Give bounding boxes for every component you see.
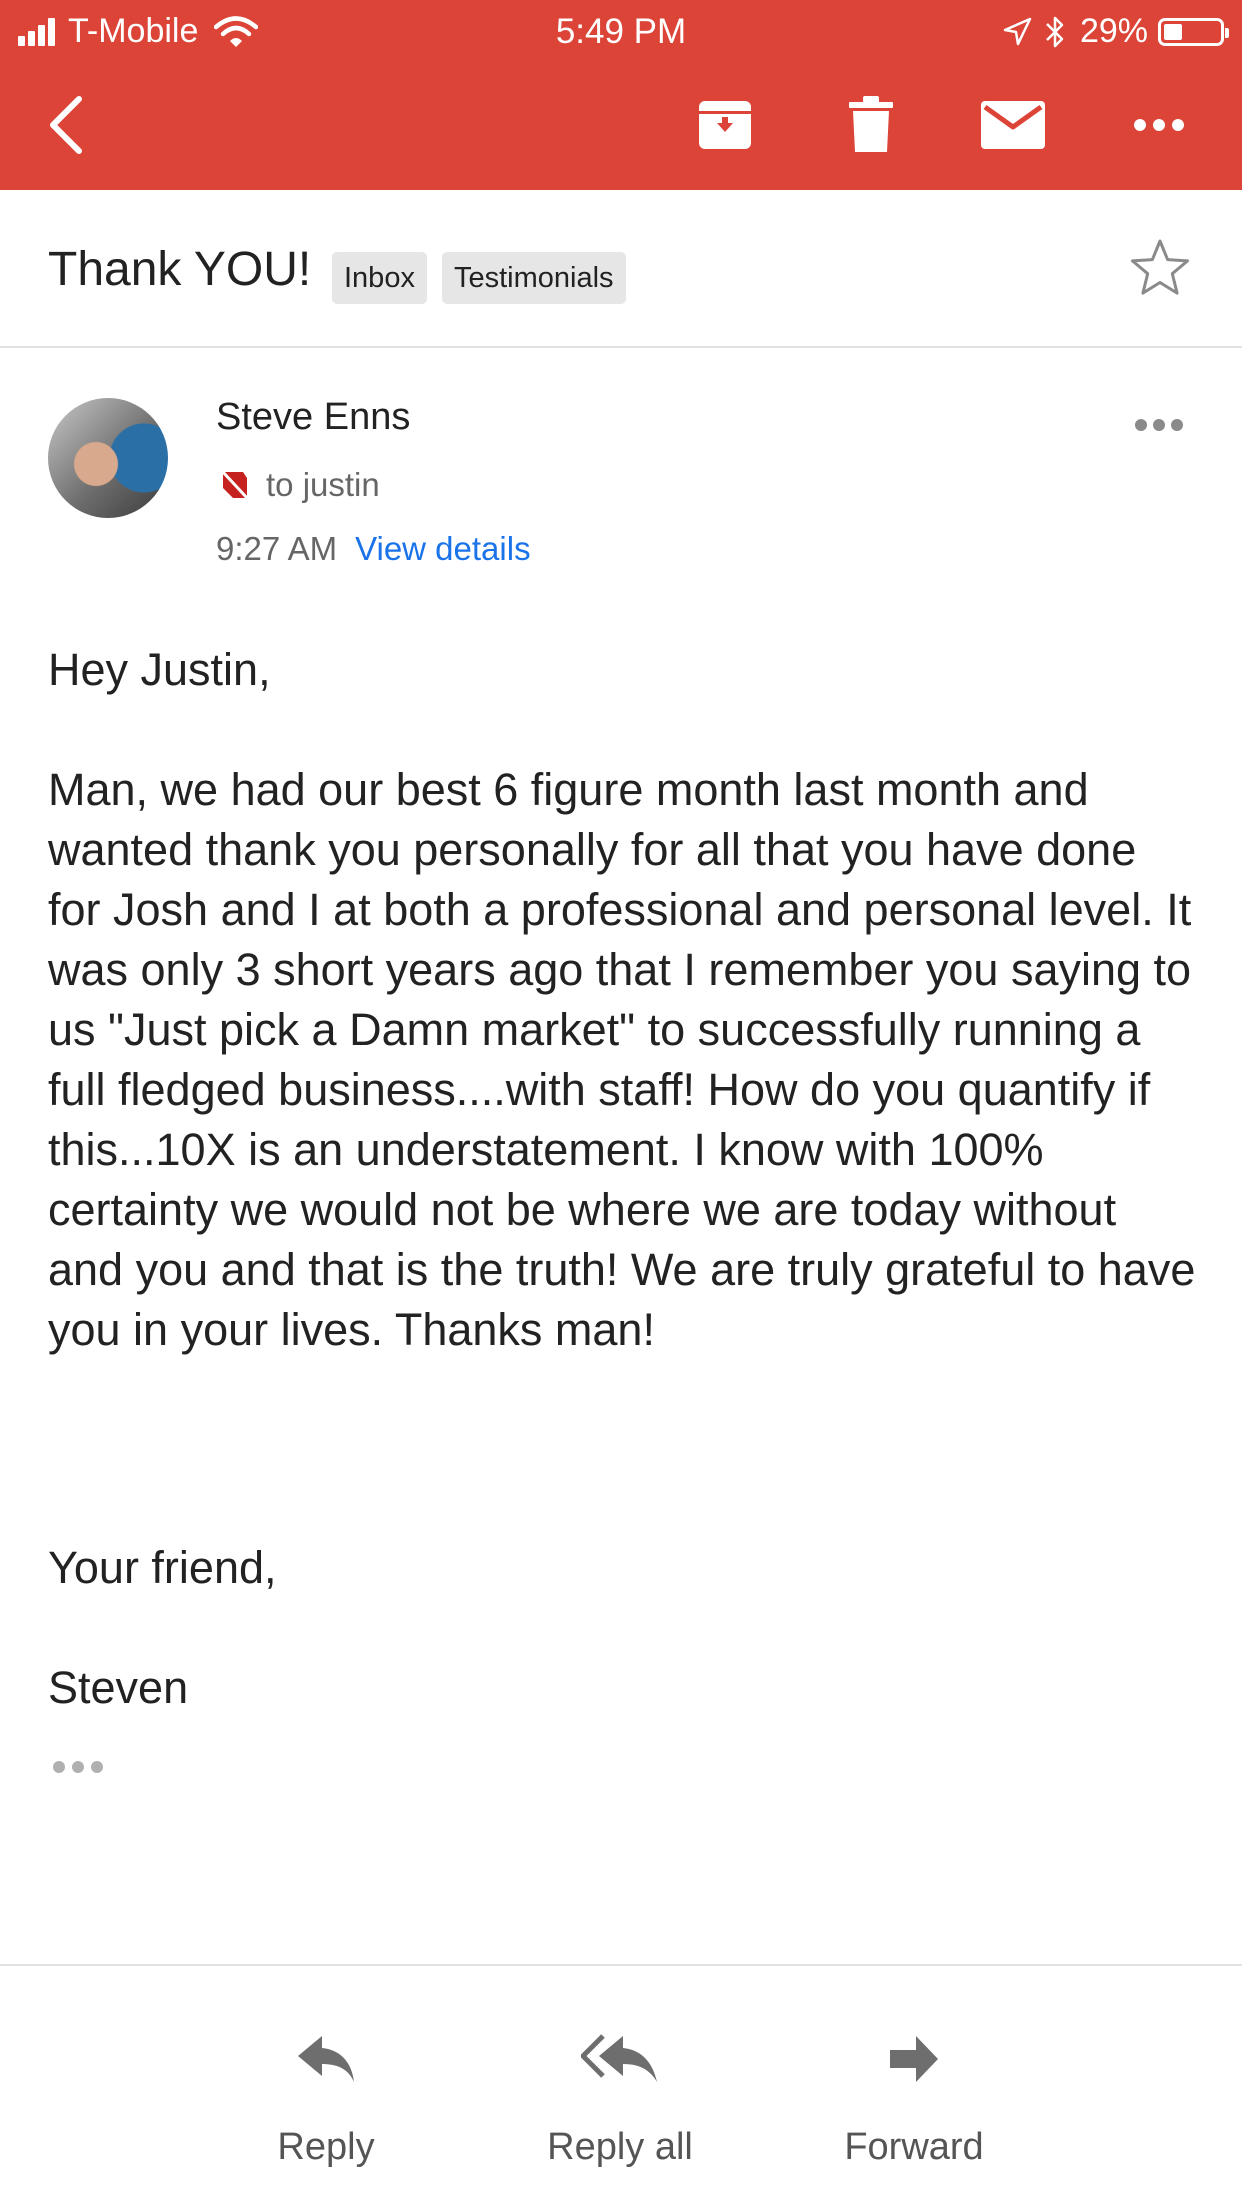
reply-button[interactable]: Reply: [206, 2024, 446, 2169]
email-subject: Thank YOU!: [48, 243, 312, 296]
trash-icon: [849, 96, 893, 152]
important-marker-icon: [220, 469, 250, 501]
body-signature: Steven: [48, 1662, 189, 1713]
chevron-left-icon: [50, 96, 82, 154]
email-time-row: 9:27 AM View details: [216, 530, 531, 568]
forward-icon: [890, 2036, 938, 2082]
back-button[interactable]: [30, 90, 100, 160]
mark-unread-button[interactable]: [978, 90, 1048, 160]
more-horizontal-icon: [53, 1761, 103, 1773]
email-time: 9:27 AM: [216, 530, 338, 567]
more-options-button[interactable]: [1124, 90, 1194, 160]
mail-icon: [981, 101, 1045, 149]
sender-name[interactable]: Steve Enns: [216, 396, 410, 439]
reply-all-button[interactable]: Reply all: [500, 2024, 740, 2169]
more-horizontal-icon: [1135, 419, 1183, 431]
reply-label: Reply: [277, 2126, 375, 2168]
subject-row: Thank YOU! Inbox Testimonials: [0, 190, 1242, 348]
bottom-action-bar: Reply Reply all Forward: [0, 1964, 1242, 2208]
body-closing: Your friend,: [48, 1542, 277, 1593]
view-details-link[interactable]: View details: [355, 530, 531, 568]
body-paragraph: Man, we had our best 6 figure month last…: [48, 764, 1196, 1355]
archive-icon: [699, 101, 751, 149]
archive-button[interactable]: [690, 90, 760, 160]
star-button[interactable]: [1130, 238, 1190, 301]
location-arrow-icon: [1003, 17, 1032, 45]
message-more-button[interactable]: [1134, 418, 1184, 437]
more-horizontal-icon: [1134, 119, 1184, 131]
battery-icon: [1158, 17, 1229, 46]
reply-all-icon: [581, 2034, 657, 2082]
delete-button[interactable]: [836, 90, 906, 160]
forward-button[interactable]: Forward: [794, 2024, 1034, 2169]
bluetooth-icon: [1046, 16, 1064, 47]
reply-icon: [298, 2036, 354, 2082]
sender-avatar[interactable]: [48, 398, 168, 518]
battery-percent: 29%: [1079, 12, 1148, 50]
recipient-label: to justin: [266, 466, 380, 503]
body-greeting: Hey Justin,: [48, 644, 271, 695]
forward-label: Forward: [844, 2126, 984, 2168]
app-bar: T-Mobile 5:49 PM 29%: [0, 0, 1242, 190]
reply-all-label: Reply all: [547, 2126, 693, 2168]
show-trimmed-content-button[interactable]: [52, 1760, 104, 1779]
label-inbox[interactable]: Inbox: [332, 252, 427, 304]
label-testimonials[interactable]: Testimonials: [442, 252, 626, 304]
star-icon: [1131, 239, 1189, 295]
status-bar: T-Mobile 5:49 PM 29%: [0, 0, 1242, 62]
recipient-row[interactable]: to justin: [220, 466, 380, 504]
